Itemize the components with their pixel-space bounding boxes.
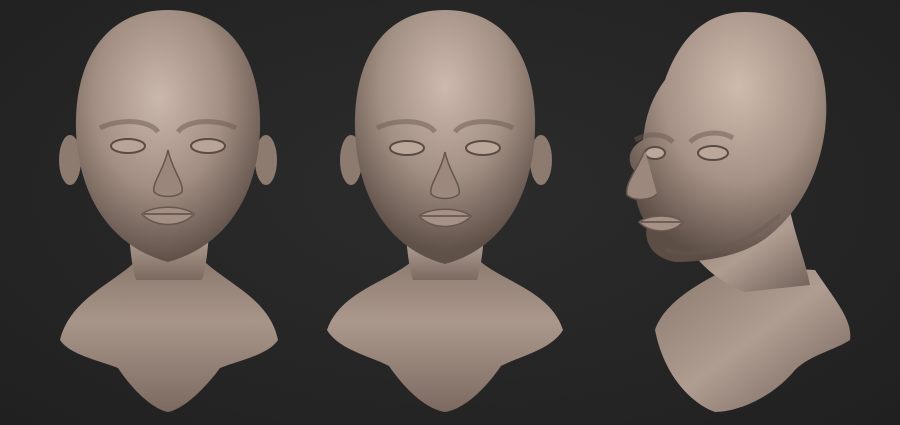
chest-shape [60, 262, 278, 412]
bust-three-quarter-figure [626, 12, 851, 412]
eye-left [389, 140, 425, 156]
bust-front-left-figure [59, 10, 278, 412]
eye-right [697, 145, 729, 161]
eye-right [465, 140, 501, 156]
render-viewport [0, 0, 900, 425]
bust-front-view-center [315, 0, 575, 425]
bust-front-view-left [40, 0, 300, 425]
eye-left [110, 138, 146, 154]
bust-front-center-figure [327, 10, 563, 412]
eye-left [644, 146, 666, 160]
eye-right [190, 138, 226, 154]
chest-shape [327, 262, 563, 412]
bust-three-quarter-view [595, 0, 885, 425]
